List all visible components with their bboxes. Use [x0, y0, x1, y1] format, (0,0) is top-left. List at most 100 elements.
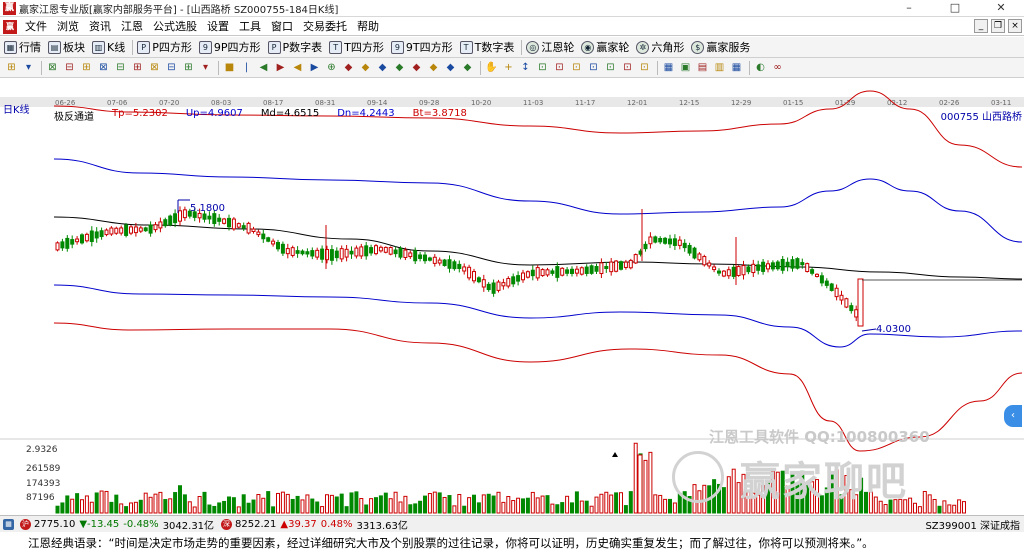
drawing-tool-button[interactable]: ◆: [392, 60, 407, 75]
drawing-tool-button[interactable]: ▶: [273, 60, 288, 75]
toolbar-button-kline[interactable]: ▥ K线: [92, 39, 125, 55]
candle-body: [315, 249, 320, 258]
toolbar-button-p-table[interactable]: P P数字表: [267, 39, 322, 55]
mdi-minimize-button[interactable]: _: [974, 19, 988, 33]
drawing-tool-button[interactable]: ⊡: [552, 60, 567, 75]
drawing-tool-button[interactable]: +: [501, 60, 516, 75]
toolbar-button-winner-wheel[interactable]: ◉ 赢家轮: [581, 39, 629, 55]
menu-tools[interactable]: 工具: [234, 18, 266, 36]
drawing-tool-button[interactable]: ▥: [712, 60, 727, 75]
candle-body: [682, 242, 687, 249]
drawing-tool-button[interactable]: ◆: [341, 60, 356, 75]
toolbar-button-9p-square[interactable]: 9 9P四方形: [198, 39, 261, 55]
drawing-tool-button[interactable]: ▣: [678, 60, 693, 75]
drawing-tool-button[interactable]: ⊞: [79, 60, 94, 75]
candle-body: [251, 228, 256, 232]
candle-body: [305, 251, 310, 255]
drawing-tool-button[interactable]: ▦: [661, 60, 676, 75]
menu-help[interactable]: 帮助: [352, 18, 384, 36]
date-tick-label: 10-20: [471, 99, 491, 107]
drawing-tool-button[interactable]: |: [239, 60, 254, 75]
drawing-tool-button[interactable]: ⊟: [113, 60, 128, 75]
drawing-tool-button[interactable]: ⊡: [620, 60, 635, 75]
toolbar-button-9t-square[interactable]: 9 9T四方形: [390, 39, 453, 55]
drawing-tool-button[interactable]: ⊕: [324, 60, 339, 75]
drawing-tool-button[interactable]: ⊡: [535, 60, 550, 75]
menu-logo-icon: 赢: [3, 19, 17, 34]
menu-formula[interactable]: 公式选股: [148, 18, 202, 36]
volume-bar: [75, 493, 80, 514]
market-grid-icon[interactable]: ▦: [3, 518, 14, 530]
status-right-index[interactable]: SZ399001 深证成指: [925, 517, 1020, 532]
candle-body: [805, 263, 810, 273]
drawing-tool-button[interactable]: ◆: [426, 60, 441, 75]
volume-bar: [280, 491, 285, 514]
candle-body: [388, 247, 393, 255]
drawing-tool-button[interactable]: ◀: [290, 60, 305, 75]
sh-market-icon[interactable]: 沪: [20, 518, 31, 530]
drawing-tool-button[interactable]: ∞: [770, 60, 785, 75]
drawing-tool-button[interactable]: ↕: [518, 60, 533, 75]
drawing-tool-button[interactable]: ◀: [256, 60, 271, 75]
drawing-tool-button[interactable]: ◆: [358, 60, 373, 75]
drawing-tool-button[interactable]: ■: [222, 60, 237, 75]
volume-bar: [344, 506, 349, 514]
drawing-tool-button[interactable]: ▾: [198, 60, 213, 75]
date-tick-label: 01-29: [835, 99, 855, 107]
volume-bar: [290, 498, 295, 514]
menu-browse[interactable]: 浏览: [52, 18, 84, 36]
drawing-tool-button[interactable]: ⊞: [130, 60, 145, 75]
drawing-tool-button[interactable]: ⊠: [45, 60, 60, 75]
candle-body: [60, 241, 65, 249]
drawing-tool-button[interactable]: ▾: [21, 60, 36, 75]
toolbar-button-hexagon[interactable]: ✲ 六角形: [636, 39, 684, 55]
toolbar-button-t-table[interactable]: T T数字表: [459, 39, 514, 55]
menu-window[interactable]: 窗口: [266, 18, 298, 36]
drawing-tool-button[interactable]: ⊡: [603, 60, 618, 75]
drawing-tool-button[interactable]: ⊡: [586, 60, 601, 75]
candle-body: [756, 264, 761, 271]
menu-settings[interactable]: 设置: [202, 18, 234, 36]
drawing-tool-button[interactable]: ▤: [695, 60, 710, 75]
drawing-tool-button[interactable]: ◐: [753, 60, 768, 75]
drawing-tool-button[interactable]: ◆: [443, 60, 458, 75]
menu-info[interactable]: 资讯: [84, 18, 116, 36]
mdi-restore-button[interactable]: ❐: [991, 19, 1005, 33]
close-button[interactable]: ✕: [978, 0, 1024, 17]
menu-trade[interactable]: 交易委托: [298, 18, 352, 36]
drawing-tool-button[interactable]: ⊞: [4, 60, 19, 75]
candle-body: [697, 253, 702, 261]
drawing-tool-button[interactable]: ⊠: [147, 60, 162, 75]
toolbar-button-grid[interactable]: ▦ 行情: [4, 39, 41, 55]
side-expand-button[interactable]: ‹: [1004, 405, 1022, 427]
toolbar-button-blocks[interactable]: ▤ 板块: [48, 39, 85, 55]
toolbar-button-t-square[interactable]: T T四方形: [329, 39, 384, 55]
drawing-tool-button[interactable]: ⊡: [637, 60, 652, 75]
drawing-tool-button[interactable]: ◆: [409, 60, 424, 75]
drawing-tool-button[interactable]: ◆: [375, 60, 390, 75]
drawing-tool-button[interactable]: ⊟: [62, 60, 77, 75]
sz-index-amount: 3313.63亿: [356, 520, 408, 532]
drawing-tool-button[interactable]: ⊟: [164, 60, 179, 75]
toolbar-button-service[interactable]: $ 赢家服务: [691, 39, 750, 55]
drawing-tool-button[interactable]: ▦: [729, 60, 744, 75]
drawing-tool-button[interactable]: ⊞: [181, 60, 196, 75]
menu-file[interactable]: 文件: [20, 18, 52, 36]
mdi-close-button[interactable]: ×: [1008, 19, 1022, 33]
drawing-tool-button[interactable]: ▶: [307, 60, 322, 75]
drawing-tool-button[interactable]: ⊡: [569, 60, 584, 75]
drawing-tool-button[interactable]: ◆: [460, 60, 475, 75]
drawing-tool-button[interactable]: ⊠: [96, 60, 111, 75]
toolbar-button-p-square[interactable]: P P四方形: [137, 39, 192, 55]
minimize-button[interactable]: –: [886, 0, 932, 17]
sz-market-icon[interactable]: 深: [221, 518, 233, 530]
candle-body: [329, 249, 334, 261]
chart-area[interactable]: 06-26 07-06 07-20 08-03 08-17 08-31 09-14 09-28…: [0, 79, 1024, 515]
menu-gann[interactable]: 江恩: [116, 18, 148, 36]
candle-body: [124, 224, 129, 236]
candle-body: [472, 271, 476, 282]
maximize-button[interactable]: □: [932, 0, 978, 17]
toolbar-button-gann-wheel[interactable]: ◎ 江恩轮: [526, 39, 574, 55]
drawing-tool-button[interactable]: ✋: [484, 60, 499, 75]
volume-bar: [124, 506, 129, 514]
